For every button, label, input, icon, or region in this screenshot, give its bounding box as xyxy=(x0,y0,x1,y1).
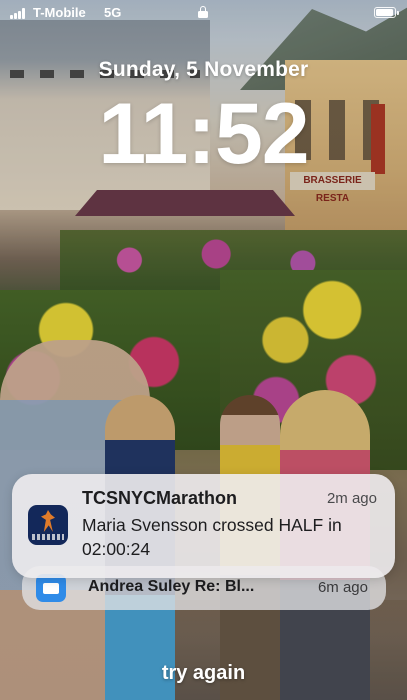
notification-sender: Andrea Suley Re: Bl... xyxy=(88,578,255,595)
notification-app-name: TCSNYCMarathon xyxy=(82,488,238,508)
notification-body: Maria Svensson crossed HALF in 02:00:24 xyxy=(82,515,342,559)
notification-time: 6m ago xyxy=(317,579,368,596)
face-id-retry-hint[interactable]: try again xyxy=(0,662,407,685)
lock-screen-time: 11:52 xyxy=(98,86,309,182)
carrier-name: T-Mobile xyxy=(33,5,86,20)
network-type: 5G xyxy=(104,5,122,20)
marathon-app-icon xyxy=(28,505,68,545)
status-bar: T-Mobile 5G xyxy=(0,0,407,26)
notification-marathon[interactable]: TCSNYCMarathon 2m ago Maria Svensson cro… xyxy=(12,474,395,578)
mail-app-icon xyxy=(36,574,66,602)
lock-screen-date: Sunday, 5 November xyxy=(98,58,309,81)
notification-time: 2m ago xyxy=(326,490,377,507)
cellular-signal-icon xyxy=(10,8,28,19)
battery-icon xyxy=(374,7,399,18)
lock-icon xyxy=(198,6,208,18)
